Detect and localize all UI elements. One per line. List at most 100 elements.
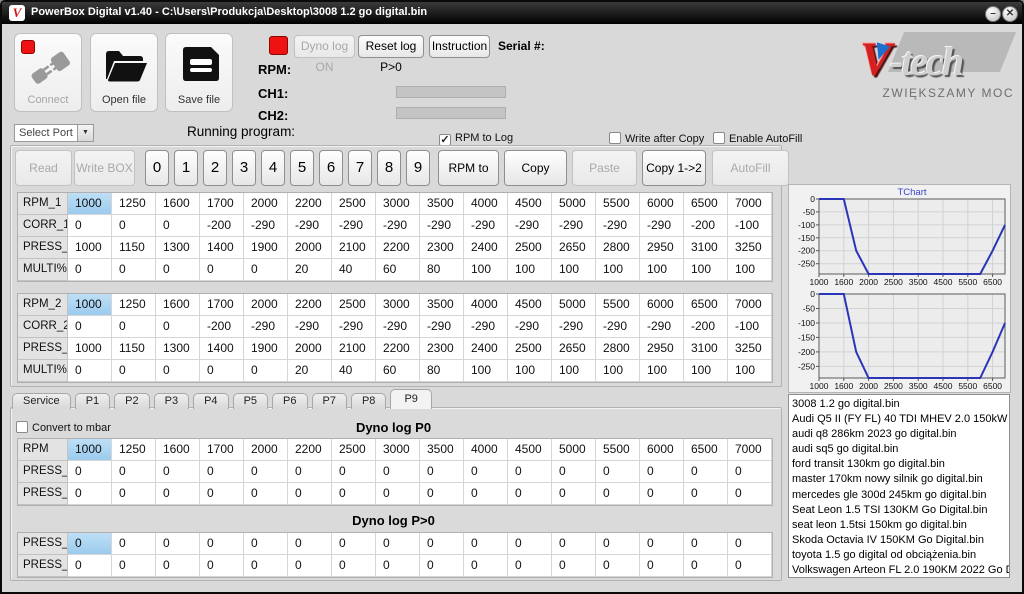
table-cell[interactable]: 0 [68, 259, 112, 281]
connect-button[interactable]: Connect [14, 33, 82, 112]
table-cell[interactable]: 0 [420, 461, 464, 483]
table-cell[interactable]: 80 [420, 259, 464, 281]
table-cell[interactable]: 0 [288, 555, 332, 577]
table-cell[interactable]: 2000 [288, 237, 332, 259]
table-cell[interactable]: 0 [684, 461, 728, 483]
table-cell[interactable]: 0 [200, 483, 244, 505]
instruction-button[interactable]: Instruction [429, 35, 490, 58]
table-cell[interactable]: 2650 [552, 338, 596, 360]
table-cell[interactable]: -290 [552, 316, 596, 338]
table-cell[interactable]: 0 [464, 555, 508, 577]
table-cell[interactable]: 100 [464, 259, 508, 281]
table-cell[interactable]: 80 [420, 360, 464, 382]
program-digit-button-4[interactable]: 4 [261, 150, 285, 186]
table-cell[interactable]: 0 [288, 533, 332, 555]
program-digit-button-6[interactable]: 6 [319, 150, 343, 186]
table-cell[interactable]: 0 [112, 215, 156, 237]
table-cell[interactable]: 0 [244, 555, 288, 577]
table-cell[interactable]: 2500 [508, 237, 552, 259]
open-file-button[interactable]: Open file [90, 33, 158, 112]
table-cell[interactable]: 0 [332, 533, 376, 555]
table-cell[interactable]: 0 [508, 461, 552, 483]
write-after-copy-checkbox[interactable]: Write after Copy [609, 132, 704, 145]
table-cell[interactable]: 0 [288, 483, 332, 505]
table-cell[interactable]: 2200 [376, 237, 420, 259]
table-cell[interactable]: 4000 [464, 439, 508, 461]
table-cell[interactable]: 5000 [552, 294, 596, 316]
table-cell[interactable]: 0 [640, 555, 684, 577]
table-cell[interactable]: 2400 [464, 237, 508, 259]
table-cell[interactable]: 100 [728, 259, 772, 281]
file-list-item[interactable]: Skoda Octavia IV 150KM Go Digital.bin [792, 533, 1009, 548]
table-cell[interactable]: 4500 [508, 193, 552, 215]
table-cell[interactable]: 0 [552, 533, 596, 555]
table-cell[interactable]: 2200 [288, 193, 332, 215]
file-list-item[interactable]: audi sq5 go digital.bin [792, 442, 1009, 457]
table-cell[interactable]: 0 [156, 259, 200, 281]
table-cell[interactable]: 2200 [376, 338, 420, 360]
table-cell[interactable]: 2100 [332, 237, 376, 259]
table-cell[interactable]: 0 [244, 360, 288, 382]
table-cell[interactable]: 0 [156, 483, 200, 505]
enable-autofill-checkbox-box[interactable] [713, 132, 725, 144]
table-cell[interactable]: -290 [596, 316, 640, 338]
table-cell[interactable]: 5000 [552, 193, 596, 215]
table-cell[interactable]: 0 [332, 555, 376, 577]
table-cell[interactable]: 6500 [684, 193, 728, 215]
table-cell[interactable]: 0 [112, 555, 156, 577]
table-cell[interactable]: 2400 [464, 338, 508, 360]
table-cell[interactable]: 1400 [200, 237, 244, 259]
table-cell[interactable]: 0 [728, 461, 772, 483]
tab-service[interactable]: Service [12, 393, 71, 409]
tab-p2[interactable]: P2 [114, 393, 149, 409]
table-cell[interactable]: 100 [684, 259, 728, 281]
table-cell[interactable]: 0 [200, 360, 244, 382]
table-cell[interactable]: 0 [596, 483, 640, 505]
table-cell[interactable]: 100 [508, 360, 552, 382]
table-cell[interactable]: 6000 [640, 193, 684, 215]
table-cell[interactable]: 0 [200, 533, 244, 555]
table-cell[interactable]: 0 [420, 483, 464, 505]
table-cell[interactable]: 0 [464, 483, 508, 505]
file-list-item[interactable]: mercedes gle 300d 245km go digital.bin [792, 488, 1009, 503]
table-cell[interactable]: 0 [552, 461, 596, 483]
table-cell[interactable]: 100 [464, 360, 508, 382]
table-cell[interactable]: 2000 [244, 294, 288, 316]
table-cell[interactable]: 1600 [156, 193, 200, 215]
table-cell[interactable]: 1600 [156, 294, 200, 316]
file-list-item[interactable]: 3008 1.2 go digital.bin [792, 397, 1009, 412]
table-cell[interactable]: 0 [244, 259, 288, 281]
table-cell[interactable]: 6000 [640, 439, 684, 461]
table-cell[interactable]: 0 [640, 483, 684, 505]
table-cell[interactable]: 100 [640, 360, 684, 382]
table-cell[interactable]: 0 [420, 533, 464, 555]
table-cell[interactable]: 2500 [332, 294, 376, 316]
table-cell[interactable]: 0 [508, 533, 552, 555]
table-cell[interactable]: 0 [244, 533, 288, 555]
table-cell[interactable]: 0 [420, 555, 464, 577]
table-cell[interactable]: 2200 [288, 439, 332, 461]
tab-p3[interactable]: P3 [154, 393, 189, 409]
copy-1-to-2-button[interactable]: Copy 1->2 [642, 150, 706, 186]
table-cell[interactable]: 2100 [332, 338, 376, 360]
table-cell[interactable]: 0 [728, 533, 772, 555]
table-cell[interactable]: 1700 [200, 294, 244, 316]
table-cell[interactable]: 60 [376, 360, 420, 382]
table-cell[interactable]: 40 [332, 259, 376, 281]
table-cell[interactable]: 100 [508, 259, 552, 281]
table-cell[interactable]: 0 [68, 215, 112, 237]
table-cell[interactable]: 60 [376, 259, 420, 281]
table-cell[interactable]: 0 [596, 555, 640, 577]
tab-p1[interactable]: P1 [75, 393, 110, 409]
program-digit-button-3[interactable]: 3 [232, 150, 256, 186]
copy-prog-button[interactable]: Copy PROG [504, 150, 567, 186]
close-button[interactable]: ✕ [1002, 6, 1018, 22]
table-cell[interactable]: 0 [376, 555, 420, 577]
table-cell[interactable]: 0 [376, 533, 420, 555]
table-cell[interactable]: 0 [68, 316, 112, 338]
table-cell[interactable]: -100 [728, 215, 772, 237]
table-cell[interactable]: 2800 [596, 237, 640, 259]
table-cell[interactable]: 3250 [728, 237, 772, 259]
table-cell[interactable]: 1000 [68, 193, 112, 215]
table-cell[interactable]: 100 [596, 259, 640, 281]
